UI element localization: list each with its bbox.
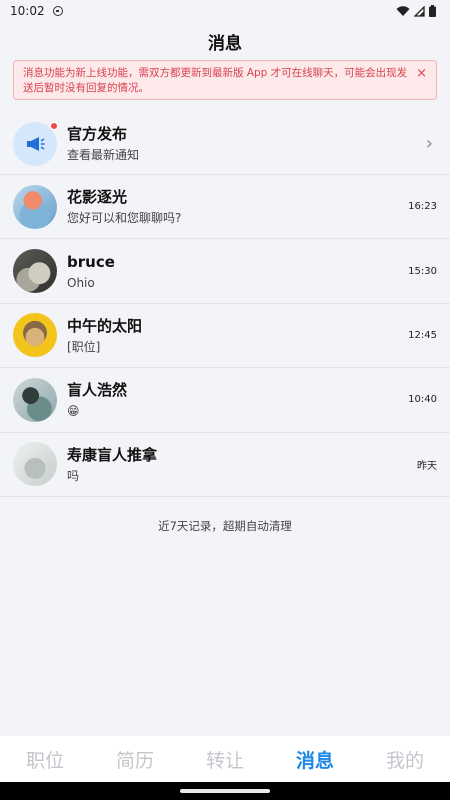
contact-name: 盲人浩然 [67,381,128,400]
avatar [13,249,57,294]
retention-note: 近7天记录，超期自动清理 [158,518,292,533]
close-icon[interactable]: × [416,66,427,81]
tab-messages[interactable]: 消息 [296,746,334,773]
status-bar: 10:02 [0,0,450,22]
conversation-item[interactable]: 盲人浩然 😁 10:40 [0,368,450,433]
message-time: 16:23 [408,201,437,213]
contact-name: 中午的太阳 [67,316,143,335]
last-message: 吗 [67,468,80,483]
megaphone-avatar [13,121,58,166]
tab-jobs[interactable]: 职位 [26,746,64,773]
notice-text: 消息功能为新上线功能，需双方都更新到最新版 App 才可在线聊天，可能会出现发送… [23,67,408,94]
last-message: 😁 [67,404,80,419]
notice-banner: 消息功能为新上线功能，需双方都更新到最新版 App 才可在线聊天，可能会出现发送… [13,60,437,100]
avatar [13,377,57,422]
contact-name: 花影逐光 [67,188,128,207]
app-notification-icon [52,6,63,16]
contact-name: 寿康盲人推拿 [67,445,158,464]
message-time: 昨天 [417,460,437,472]
avatar [13,313,57,358]
conversation-list: 官方发布 查看最新通知 › 花影逐光 您好可以和您聊聊吗? 16:23 bruc… [0,113,450,497]
battery-icon [429,5,436,17]
official-title: 官方发布 [67,125,128,143]
home-gesture-handle[interactable] [180,789,270,793]
tab-transfer[interactable]: 转让 [206,746,244,773]
chevron-right-icon: › [425,133,433,154]
system-nav-bar [0,782,450,800]
bottom-tab-bar: 职位 简历 转让 消息 我的 [0,736,450,782]
tab-me[interactable]: 我的 [386,746,424,773]
tab-resume[interactable]: 简历 [116,746,154,773]
status-time: 10:02 [10,4,45,18]
conversation-item[interactable]: bruce Ohio 15:30 [0,239,450,304]
megaphone-icon [27,136,45,151]
conversation-item[interactable]: 中午的太阳 [职位] 12:45 [0,304,450,369]
message-time: 15:30 [408,265,437,277]
last-message: Ohio [67,275,95,290]
wifi-icon [396,5,410,16]
official-announcement-item[interactable]: 官方发布 查看最新通知 › [0,113,450,175]
avatar [13,442,57,487]
avatar [13,184,57,229]
last-message: [职位] [67,339,101,354]
unread-dot [50,121,58,130]
page-title: 消息 [208,33,242,54]
signal-icon [414,5,425,17]
conversation-item[interactable]: 寿康盲人推拿 吗 昨天 [0,433,450,497]
message-time: 12:45 [408,329,437,341]
official-subtitle: 查看最新通知 [67,148,140,162]
last-message: 您好可以和您聊聊吗? [67,211,182,226]
conversation-item[interactable]: 花影逐光 您好可以和您聊聊吗? 16:23 [0,175,450,240]
message-time: 10:40 [408,394,437,406]
contact-name: bruce [67,252,115,271]
